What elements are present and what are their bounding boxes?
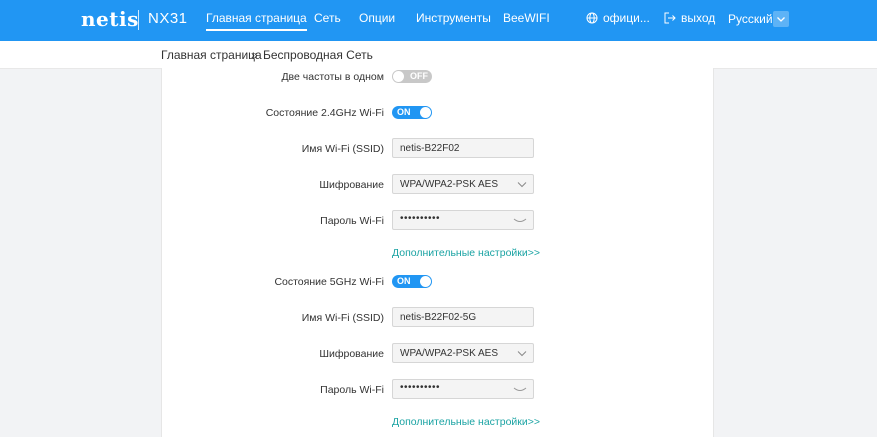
top-navbar: netis NX31 Главная страница Сеть Опции И… (0, 0, 877, 41)
language-select[interactable]: Русский (722, 10, 790, 30)
nav-beewifi[interactable]: BeeWIFI (503, 11, 550, 25)
language-value: Русский (728, 12, 773, 26)
chevron-down-icon (517, 351, 527, 357)
band5-password-value: •••••••••• (400, 382, 441, 393)
toggle-state-text: ON (397, 107, 411, 117)
logout-icon (664, 12, 676, 24)
band24-encryption-label: Шифрование (319, 179, 384, 191)
band24-password-value: •••••••••• (400, 213, 441, 224)
toggle-knob (420, 107, 431, 118)
band24-ssid-value: netis-B22F02 (400, 143, 460, 154)
breadcrumb: Главная страница » Беспроводная Сеть (0, 41, 877, 69)
nav-tools[interactable]: Инструменты (416, 11, 491, 25)
band24-ssid-input[interactable]: netis-B22F02 (392, 138, 534, 158)
band24-encryption-value: WPA/WPA2-PSK AES (400, 179, 498, 190)
band24-status-toggle[interactable]: ON (392, 106, 432, 119)
eye-closed-icon[interactable] (513, 218, 527, 224)
model-name: NX31 (148, 10, 188, 27)
toggle-state-text: ON (397, 276, 411, 286)
toggle-state-text: OFF (410, 71, 428, 81)
band24-status-label: Состояние 2.4GHz Wi-Fi (265, 107, 384, 119)
dual-band-label: Две частоты в одном (281, 71, 384, 83)
nav-home[interactable]: Главная страница (206, 11, 307, 31)
breadcrumb-separator: » (251, 48, 258, 62)
nav-network[interactable]: Сеть (314, 11, 341, 25)
dual-band-toggle[interactable]: OFF (392, 70, 432, 83)
logo-divider (138, 10, 139, 30)
band5-ssid-input[interactable]: netis-B22F02-5G (392, 307, 534, 327)
logout-label: выход (681, 11, 716, 25)
netis-logo[interactable]: netis (81, 7, 139, 31)
globe-icon (586, 12, 598, 24)
band5-status-label: Состояние 5GHz Wi-Fi (274, 276, 384, 288)
chevron-down-icon (777, 17, 785, 22)
band24-password-label: Пароль Wi-Fi (320, 215, 384, 227)
band5-advanced-settings-link[interactable]: Дополнительные настройки>> (392, 416, 540, 428)
band5-status-toggle[interactable]: ON (392, 275, 432, 288)
toggle-knob (420, 276, 431, 287)
official-site-label: офици... (603, 11, 650, 25)
eye-closed-icon[interactable] (513, 387, 527, 393)
toggle-knob (393, 71, 404, 82)
breadcrumb-current: Беспроводная Сеть (263, 48, 373, 62)
band5-password-label: Пароль Wi-Fi (320, 384, 384, 396)
band5-encryption-label: Шифрование (319, 348, 384, 360)
nav-options[interactable]: Опции (359, 11, 395, 25)
band5-ssid-value: netis-B22F02-5G (400, 312, 477, 323)
band5-ssid-label: Имя Wi-Fi (SSID) (301, 312, 384, 324)
language-dropdown-button[interactable] (773, 11, 789, 27)
band24-encryption-select[interactable]: WPA/WPA2-PSK AES (392, 174, 534, 194)
breadcrumb-home[interactable]: Главная страница (161, 48, 262, 62)
band5-encryption-value: WPA/WPA2-PSK AES (400, 348, 498, 359)
band24-ssid-label: Имя Wi-Fi (SSID) (301, 143, 384, 155)
chevron-down-icon (517, 182, 527, 188)
band5-encryption-select[interactable]: WPA/WPA2-PSK AES (392, 343, 534, 363)
band24-advanced-settings-link[interactable]: Дополнительные настройки>> (392, 247, 540, 259)
band5-password-input[interactable]: •••••••••• (392, 379, 534, 399)
band24-password-input[interactable]: •••••••••• (392, 210, 534, 230)
